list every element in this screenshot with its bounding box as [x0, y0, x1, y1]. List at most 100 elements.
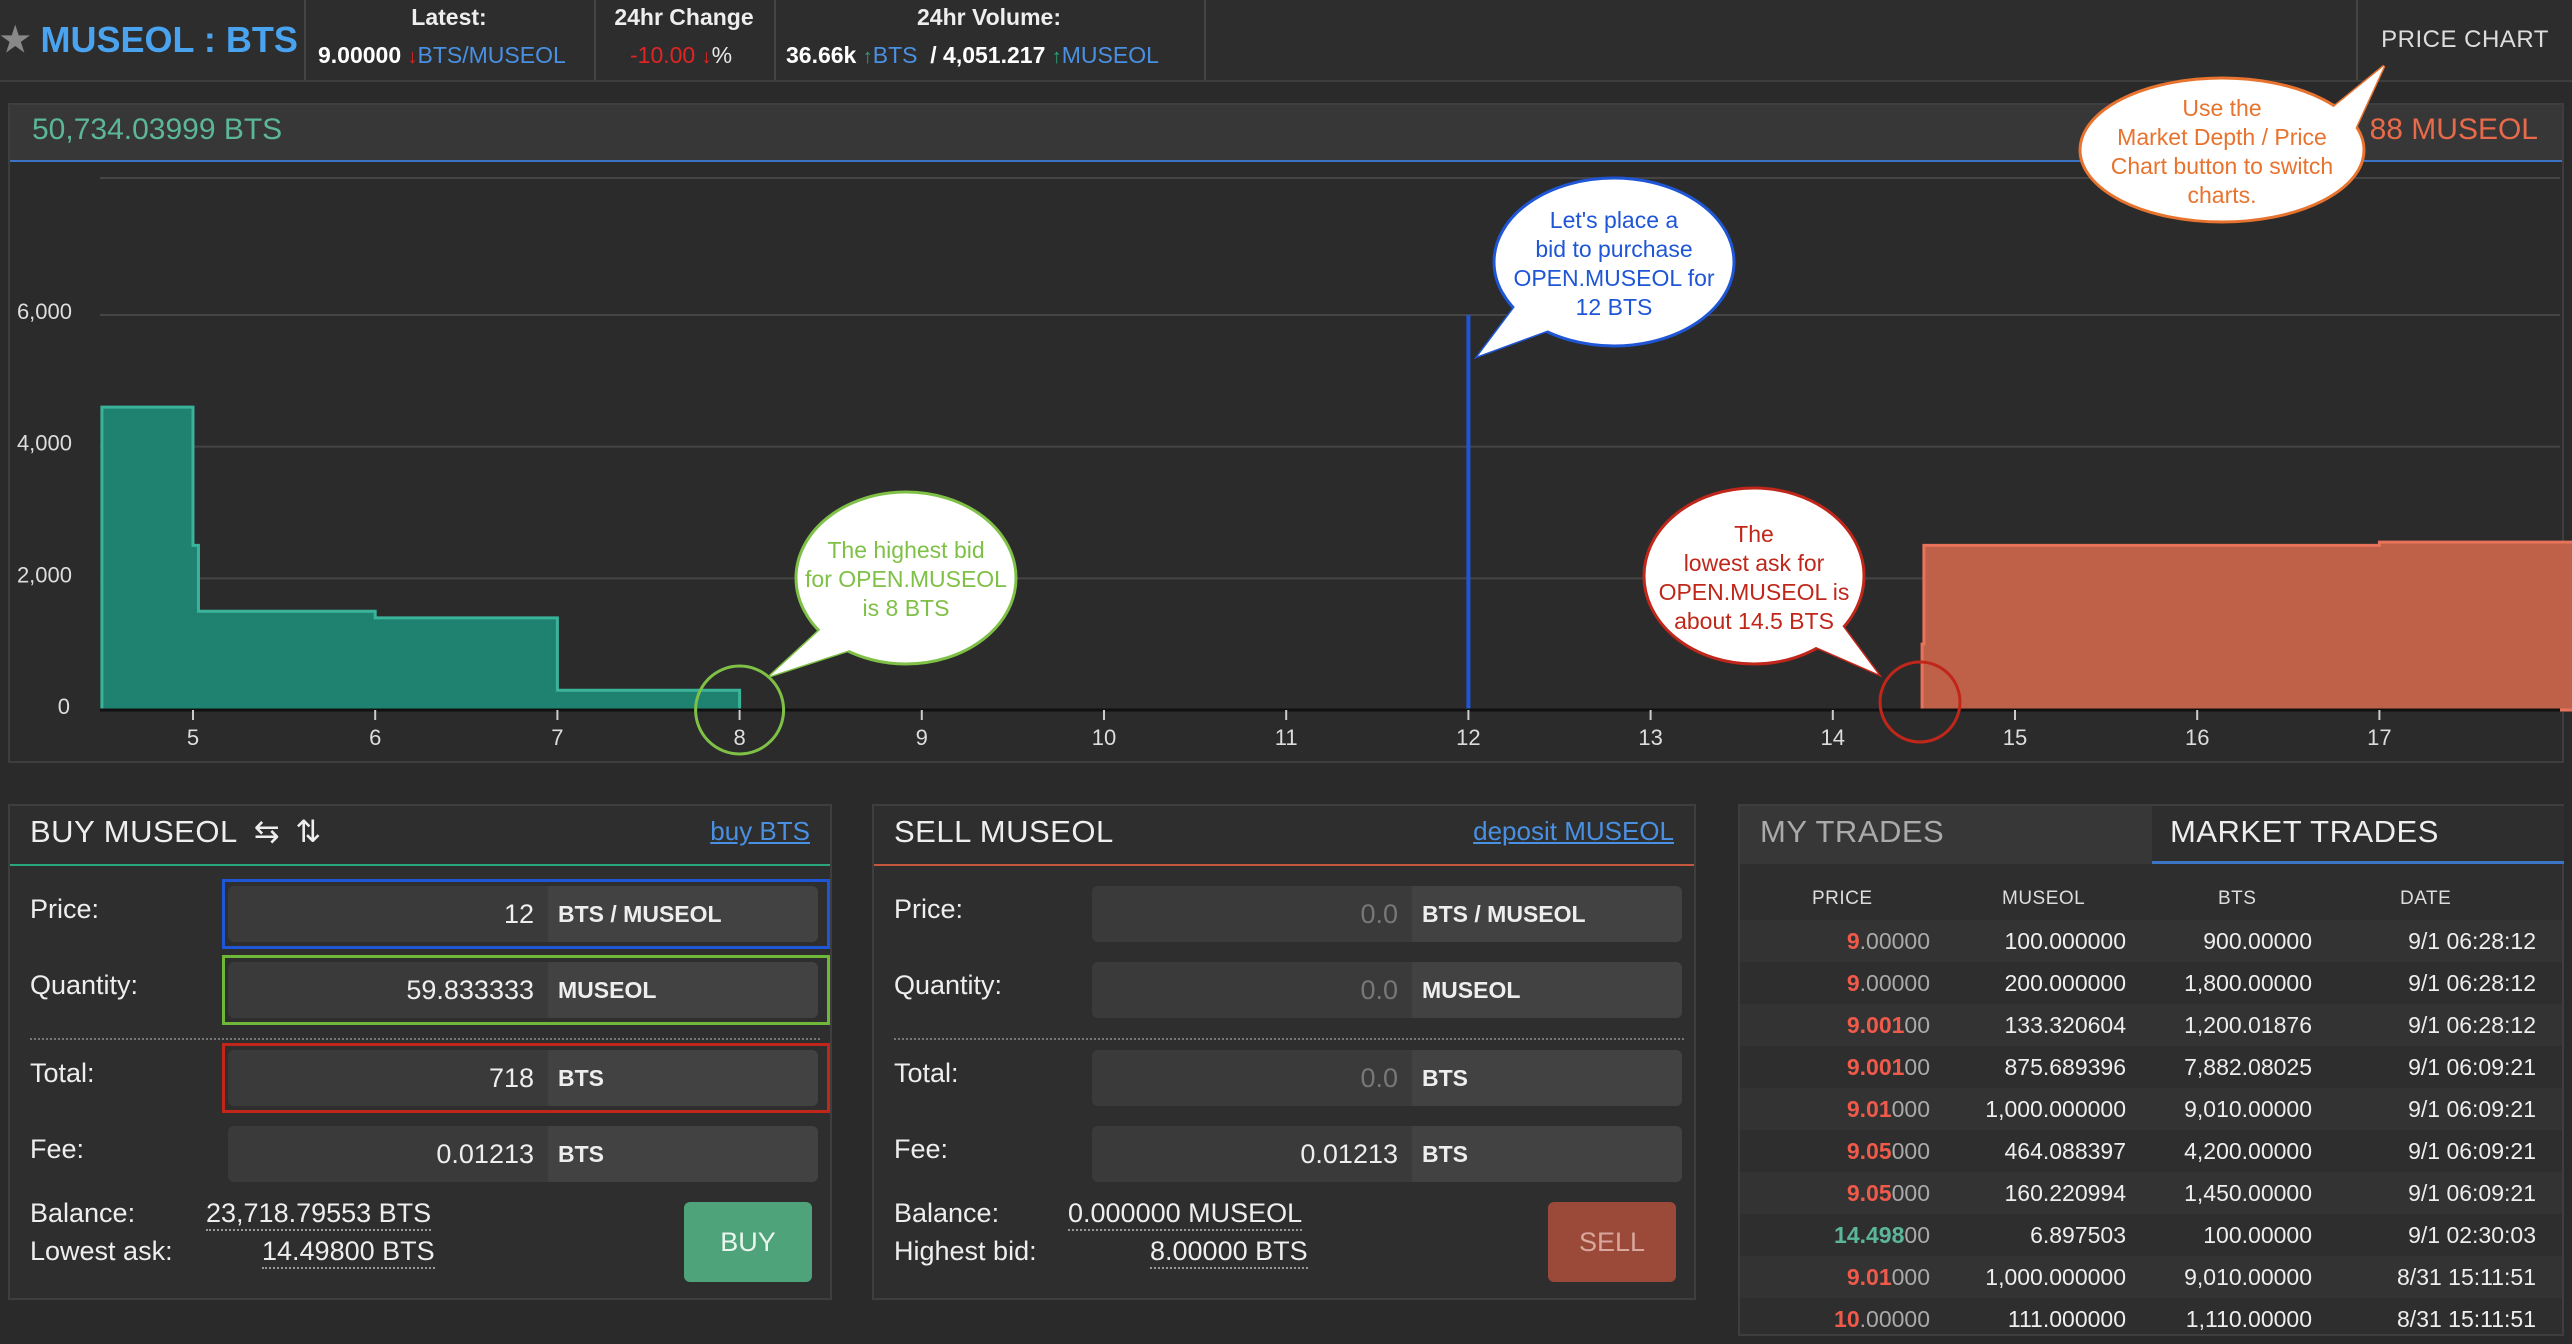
quantity-label: Quantity:	[894, 970, 1003, 1000]
col-price: PRICE	[1812, 888, 1873, 909]
table-row: 9.05000 160.220994 1,450.00000 9/1 06:09:21	[1740, 1172, 2562, 1214]
price-unit: BTS / MUSEOL	[548, 886, 818, 942]
price-label: Price:	[894, 894, 964, 924]
x-tick-label: 15	[2003, 725, 2027, 750]
trade-bts: 9,010.00000	[2184, 1096, 2312, 1122]
total-label: Total:	[30, 1058, 95, 1088]
trade-bts: 7,882.08025	[2184, 1054, 2312, 1080]
sell-balance-value[interactable]: 0.000000 MUSEOL	[1068, 1198, 1303, 1231]
price-label: Price:	[30, 894, 100, 924]
lowest-ask-label: Lowest ask:	[30, 1236, 173, 1266]
x-tick-label: 17	[2367, 725, 2391, 750]
order-marker-callout: Let's place a bid to purchase OPEN.MUSEOL …	[1473, 176, 1736, 360]
balance-label: Balance:	[30, 1198, 136, 1228]
y-tick-label: 6,000	[17, 299, 72, 324]
sell-button[interactable]: SELL	[1548, 1202, 1676, 1282]
x-tick-label: 5	[187, 725, 199, 750]
trade-bts: 9,010.00000	[2184, 1264, 2312, 1290]
trade-bts: 1,800.00000	[2184, 970, 2312, 996]
total-label: Total:	[894, 1058, 959, 1088]
sell-quantity-input[interactable]: 0.0 MUSEOL	[1092, 962, 1682, 1018]
balance-label: Balance:	[894, 1198, 1000, 1228]
trade-museol: 200.000000	[2004, 970, 2126, 996]
buy-price-input[interactable]: 12 BTS / MUSEOL	[228, 886, 818, 942]
trade-bts: 1,450.00000	[2184, 1180, 2312, 1206]
buy-balance-value[interactable]: 23,718.79553 BTS	[206, 1198, 432, 1231]
bids-area	[100, 405, 742, 712]
sell-fee-input: 0.01213 BTS	[1092, 1126, 1682, 1182]
col-museol: MUSEOL	[2002, 888, 2086, 909]
trades-header: PRICE MUSEOL BTS DATE	[1740, 872, 2562, 914]
x-tick-label: 9	[916, 725, 928, 750]
trade-date: 9/1 06:28:12	[2408, 928, 2536, 954]
asks-area	[1920, 540, 2572, 712]
total-unit: BTS	[1412, 1050, 1682, 1106]
trade-bts: 1,200.01876	[2184, 1012, 2312, 1038]
deposit-museol-link[interactable]: deposit MUSEOL	[1473, 816, 1674, 847]
buy-fee-input: 0.01213 BTS	[228, 1126, 818, 1182]
fee-label: Fee:	[30, 1134, 85, 1164]
x-tick-label: 8	[733, 725, 745, 750]
trade-bts: 1,110.00000	[2185, 1306, 2312, 1332]
buy-bts-link[interactable]: buy BTS	[710, 816, 810, 847]
trade-price: 14.49800	[1834, 1222, 1930, 1248]
trade-bts: 100.00000	[2203, 1222, 2312, 1248]
buy-title: BUY MUSEOL ⇆ ⇅	[30, 814, 322, 849]
sell-price-input[interactable]: 0.0 BTS / MUSEOL	[1092, 886, 1682, 942]
x-tick-label: 7	[551, 725, 563, 750]
table-row: 9.00100 133.320604 1,200.01876 9/1 06:28:12	[1740, 1004, 2562, 1046]
highest-bid-value[interactable]: 8.00000 BTS	[1150, 1236, 1308, 1269]
col-date: DATE	[2400, 888, 2452, 909]
trade-price: 9.00000	[1846, 970, 1930, 996]
x-tick-label: 10	[1092, 725, 1116, 750]
trade-date: 9/1 06:28:12	[2408, 970, 2536, 996]
flip-icon[interactable]: ⇅	[295, 814, 321, 849]
quantity-label: Quantity:	[30, 970, 139, 1000]
trade-bts: 900.00000	[2203, 928, 2312, 954]
trade-date: 8/31 15:11:51	[2397, 1264, 2536, 1290]
col-bts: BTS	[2218, 888, 2257, 909]
highest-bid-callout: The highest bid for OPEN.MUSEOL is 8 BTS	[768, 490, 1018, 678]
price-unit: BTS / MUSEOL	[1412, 886, 1682, 942]
trade-date: 8/31 15:11:51	[2397, 1306, 2536, 1332]
swap-icon[interactable]: ⇆	[254, 814, 280, 849]
highest-bid-label: Highest bid:	[894, 1236, 1037, 1266]
table-row: 9.00000 200.000000 1,800.00000 9/1 06:28:12	[1740, 962, 2562, 1004]
buy-quantity-input[interactable]: 59.833333 MUSEOL	[228, 962, 818, 1018]
sell-total-input[interactable]: 0.0 BTS	[1092, 1050, 1682, 1106]
trade-museol: 464.088397	[2004, 1138, 2126, 1164]
y-tick-label: 2,000	[17, 562, 72, 587]
quantity-unit: MUSEOL	[548, 962, 818, 1018]
buy-total-input[interactable]: 718 BTS	[228, 1050, 818, 1106]
chart-areas	[100, 315, 2572, 712]
trade-museol: 875.689396	[2004, 1054, 2126, 1080]
x-tick-label: 16	[2185, 725, 2209, 750]
fee-label: Fee:	[894, 1134, 949, 1164]
x-tick-label: 6	[369, 725, 381, 750]
lowest-ask-value[interactable]: 14.49800 BTS	[262, 1236, 435, 1269]
trade-museol: 133.320604	[2004, 1012, 2126, 1038]
trade-price: 10.00000	[1834, 1306, 1930, 1332]
market-depth-chart[interactable]: 0 2,000 4,000 6,000 5 6 7 8 9 10 11 12 13 14 15 16 17 Le…	[0, 0, 2572, 780]
x-tick-label: 14	[1821, 725, 1845, 750]
sell-panel: SELL MUSEOL deposit MUSEOL Price: 0.0 BT…	[872, 804, 1696, 1300]
table-row: 9.00100 875.689396 7,882.08025 9/1 06:09:21	[1740, 1046, 2562, 1088]
trade-date: 9/1 06:09:21	[2408, 1138, 2536, 1164]
table-row: 9.05000 464.088397 4,200.00000 9/1 06:09:21	[1740, 1130, 2562, 1172]
buy-button[interactable]: BUY	[684, 1202, 812, 1282]
trade-price: 9.05000	[1846, 1180, 1930, 1206]
sell-title: SELL MUSEOL	[894, 814, 1114, 849]
switch-charts-callout: Use the Market Depth / Price Chart button …	[2078, 64, 2386, 224]
fee-unit: BTS	[1412, 1126, 1682, 1182]
tab-my-trades[interactable]: MY TRADES	[1760, 814, 1944, 850]
trade-museol: 6.897503	[2030, 1222, 2126, 1248]
table-row: 9.00000 100.000000 900.00000 9/1 06:28:12	[1740, 920, 2562, 962]
tab-market-trades[interactable]: MARKET TRADES	[2170, 814, 2439, 850]
trade-price: 9.00100	[1846, 1012, 1930, 1038]
trade-price: 9.05000	[1846, 1138, 1930, 1164]
trade-museol: 111.000000	[2007, 1306, 2126, 1332]
x-tick-label: 11	[1275, 725, 1298, 750]
trade-museol: 100.000000	[2004, 928, 2126, 954]
trade-museol: 1,000.000000	[1985, 1096, 2126, 1122]
trade-bts: 4,200.00000	[2184, 1138, 2312, 1164]
